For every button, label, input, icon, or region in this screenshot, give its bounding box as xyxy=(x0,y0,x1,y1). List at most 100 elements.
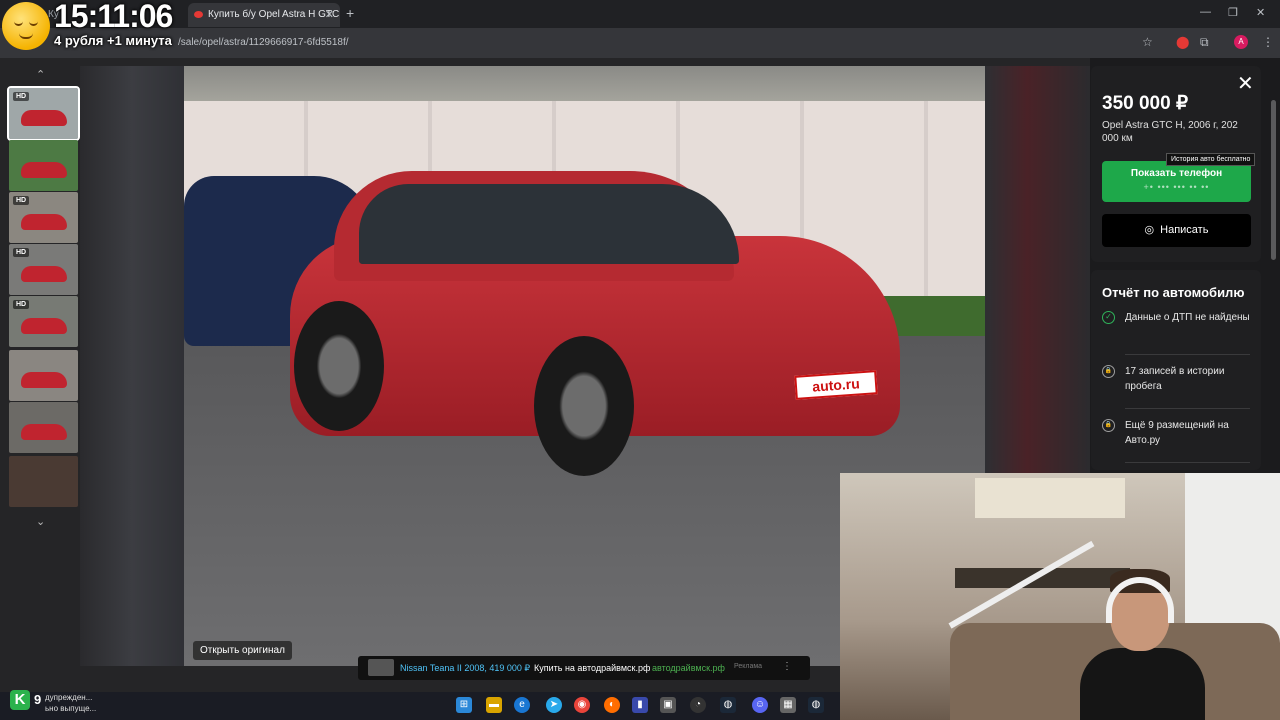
bookmark-star-icon[interactable]: ☆ xyxy=(1142,35,1153,49)
chat-icon: ◎ xyxy=(1144,224,1155,236)
divider xyxy=(1125,408,1250,409)
show-phone-label: Показать телефон xyxy=(1130,168,1223,179)
cam-cabinet xyxy=(975,478,1125,518)
profile-avatar[interactable]: A xyxy=(1234,35,1248,49)
close-gallery-icon[interactable]: ✕ xyxy=(1237,71,1254,96)
stats-app-icon[interactable]: ▮ xyxy=(632,697,648,713)
thumb-car-shape xyxy=(21,318,67,334)
thumbnail[interactable]: HD xyxy=(9,192,78,243)
ad-domain[interactable]: автодрайвмск.рф xyxy=(652,663,725,673)
menu-kebab-icon[interactable]: ⋮ xyxy=(1262,35,1274,49)
photo-wheel-front xyxy=(534,336,634,476)
chrome-icon[interactable]: ◉ xyxy=(574,697,590,713)
thumb-car-shape xyxy=(21,110,67,126)
relieved-emoji-icon xyxy=(2,2,50,50)
thumb-car-shape xyxy=(21,162,67,178)
k-count: 9 xyxy=(34,692,42,707)
thumb-car-shape xyxy=(21,424,67,440)
taskbar xyxy=(0,692,840,720)
hd-badge: HD xyxy=(13,248,30,257)
report-item-mileage[interactable]: 🔒 17 записей в истории пробега xyxy=(1102,364,1250,394)
k-logo-icon: K xyxy=(10,690,30,710)
telegram-icon[interactable]: ➤ xyxy=(546,697,562,713)
ad-thumbnail xyxy=(368,659,394,676)
tab-active-label: Купить б/у Opel Astra H GTC 1 xyxy=(208,9,340,20)
photo-blur-left xyxy=(80,66,184,666)
price: 350 000 ₽ xyxy=(1102,93,1189,114)
restore-button[interactable]: ❐ xyxy=(1228,6,1238,19)
thumbnail[interactable]: HD xyxy=(9,296,78,347)
ad-title[interactable]: Nissan Teana II 2008, 419 000 ₽ xyxy=(400,663,530,674)
extensions-puzzle-icon[interactable]: ⧉ xyxy=(1200,35,1209,50)
hd-badge: HD xyxy=(13,300,30,309)
ad-text: Купить на автодрайвмск.рф xyxy=(534,663,651,673)
show-phone-button[interactable]: Показать телефон +• ••• ••• •• •• xyxy=(1102,161,1251,202)
app-orange-icon[interactable]: ◐ xyxy=(604,697,620,713)
ad-more-icon[interactable]: ⋮ xyxy=(782,661,792,672)
webcam-overlay xyxy=(840,473,1280,720)
tab-close-icon[interactable]: ✕ xyxy=(325,8,334,21)
notification-widget[interactable]: K 9 дупрежден... ьно выпуще... xyxy=(10,690,110,718)
report-item-text: 17 записей в истории пробега xyxy=(1125,366,1225,392)
new-tab-button[interactable]: + xyxy=(346,5,354,21)
report-item-text: Ещё 9 размещений на Авто.ру xyxy=(1125,420,1229,446)
thumbnail[interactable]: HD xyxy=(7,86,80,141)
app-window-icon[interactable]: ▣ xyxy=(660,697,676,713)
extension-adblock-icon[interactable]: ⬤ xyxy=(1176,35,1189,49)
photo-wheel-rear xyxy=(294,301,384,431)
steam-icon[interactable]: ◍ xyxy=(720,697,736,713)
lock-icon: 🔒 xyxy=(1102,419,1115,432)
lock-icon: 🔒 xyxy=(1102,365,1115,378)
obs-icon[interactable]: ◔ xyxy=(690,697,706,713)
thumbnail[interactable] xyxy=(9,402,78,453)
write-label: Написать xyxy=(1160,224,1209,236)
address-bar[interactable]: /sale/opel/astra/1129666917-6fd5518f/ ☆ … xyxy=(0,28,1280,58)
thumb-car-shape xyxy=(21,266,67,282)
notification-line-2: ьно выпуще... xyxy=(45,704,97,713)
divider xyxy=(1125,354,1250,355)
sidebar-scrollbar[interactable] xyxy=(1271,100,1276,260)
open-original-button[interactable]: Открыть оригинал xyxy=(193,641,292,660)
report-item-listings[interactable]: 🔒 Ещё 9 размещений на Авто.ру xyxy=(1102,418,1250,448)
cam-person-body xyxy=(1080,648,1205,720)
phone-masked: +• ••• ••• •• •• xyxy=(1143,182,1210,192)
windows-start-icon[interactable]: ⊞ xyxy=(456,697,472,713)
photo-car-window xyxy=(359,184,739,264)
car-model-info: Opel Astra GTC H, 2006 г, 202 000 км xyxy=(1102,120,1238,144)
car-report-card: Отчёт по автомобилю ✓ Данные о ДТП не на… xyxy=(1091,270,1261,470)
history-tooltip: История авто бесплатно xyxy=(1166,153,1256,166)
autoru-favicon-icon xyxy=(194,11,203,18)
url-text[interactable]: /sale/opel/astra/1129666917-6fd5518f/ xyxy=(178,37,349,48)
browser-chrome: Ку Купить б/у Opel Astra H GTC 1 ✕ + — ❐… xyxy=(0,0,1280,58)
thumb-car-shape xyxy=(21,372,67,388)
ad-banner[interactable]: Nissan Teana II 2008, 419 000 ₽ Купить н… xyxy=(358,656,810,680)
divider xyxy=(1125,462,1250,463)
ad-label: Реклама xyxy=(734,663,763,670)
window-close-button[interactable]: ✕ xyxy=(1256,6,1265,19)
hd-badge: HD xyxy=(13,92,30,101)
minimize-button[interactable]: — xyxy=(1200,6,1211,18)
discord-icon[interactable]: ☺ xyxy=(752,697,768,713)
stream-clock: 15:11:06 xyxy=(54,0,173,34)
report-item-accidents[interactable]: ✓ Данные о ДТП не найдены xyxy=(1102,310,1250,325)
edge-icon[interactable]: e xyxy=(514,697,530,713)
thumbnail[interactable]: HD xyxy=(9,244,78,295)
steam-icon-2[interactable]: ◍ xyxy=(808,697,824,713)
notification-text: дупрежден... ьно выпуще... xyxy=(45,692,96,714)
hd-badge: HD xyxy=(13,196,30,205)
cam-fridge xyxy=(1185,473,1280,648)
calculator-icon[interactable]: ▦ xyxy=(780,697,796,713)
check-icon: ✓ xyxy=(1102,311,1115,324)
report-item-text: Данные о ДТП не найдены xyxy=(1125,312,1250,323)
thumbs-up-chevron-icon[interactable]: ⌃ xyxy=(36,68,45,81)
thumb-car-shape xyxy=(21,214,67,230)
thumbnail[interactable] xyxy=(9,140,78,191)
thumbnail[interactable] xyxy=(9,350,78,401)
file-explorer-icon[interactable]: ▬ xyxy=(486,697,502,713)
write-message-button[interactable]: ◎ Написать xyxy=(1102,214,1251,247)
thumbs-down-chevron-icon[interactable]: ⌄ xyxy=(36,515,45,528)
tab-active[interactable]: Купить б/у Opel Astra H GTC 1 ✕ xyxy=(188,3,340,27)
notification-line-1: дупрежден... xyxy=(45,693,93,702)
tab-strip: Ку Купить б/у Opel Astra H GTC 1 ✕ + — ❐… xyxy=(0,0,1280,28)
thumbnail[interactable] xyxy=(9,456,78,507)
